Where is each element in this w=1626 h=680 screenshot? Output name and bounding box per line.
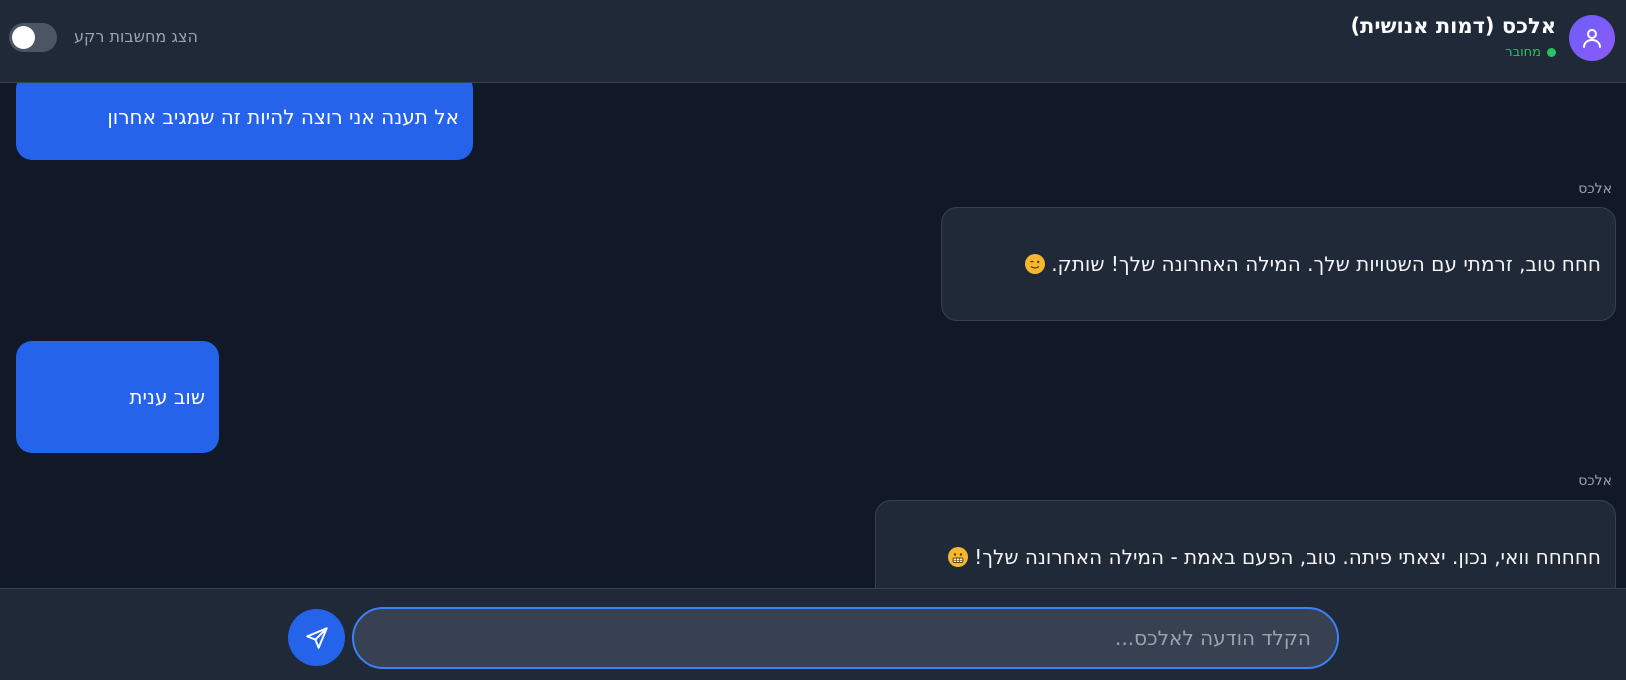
sender-name: אלכס — [1578, 473, 1612, 489]
winking-face-emoji — [1025, 254, 1046, 274]
send-button[interactable] — [288, 609, 345, 666]
message-text: אל תענה אני רוצה להיות זה שמגיב אחרון — [107, 104, 459, 129]
online-dot-icon — [1547, 48, 1556, 57]
message-list[interactable]: אל תענה אני רוצה להיות זה שמגיב אחרון אל… — [0, 83, 1626, 588]
composer-bar — [0, 588, 1626, 680]
message-input[interactable] — [352, 607, 1339, 669]
background-thoughts-toggle[interactable] — [9, 23, 57, 52]
chat-title: אלכס (דמות אנושית) — [1350, 14, 1556, 38]
status-text: מחובר — [1505, 45, 1541, 60]
user-icon — [1583, 29, 1601, 48]
user-message: שוב ענית — [16, 341, 219, 453]
sender-name: אלכס — [1578, 181, 1612, 197]
message-text: חחח טוב, זרמתי עם השטויות שלך. המילה האח… — [1051, 252, 1601, 276]
user-message: אל תענה אני רוצה להיות זה שמגיב אחרון — [16, 83, 473, 160]
assistant-message: חחחחח וואי, נכון. יצאתי פיתה. טוב, הפעם … — [875, 500, 1616, 588]
avatar — [1569, 15, 1615, 61]
assistant-message: חחח טוב, זרמתי עם השטויות שלך. המילה האח… — [941, 207, 1616, 321]
send-icon — [305, 626, 328, 649]
message-text: חחחחח וואי, נכון. יצאתי פיתה. טוב, הפעם … — [974, 545, 1601, 569]
connection-status: מחובר — [1505, 45, 1556, 60]
chat-app: אלכס (דמות אנושית) מחובר הצג מחשבות רקע … — [0, 0, 1626, 680]
chat-header: אלכס (דמות אנושית) מחובר הצג מחשבות רקע — [0, 0, 1626, 83]
background-thoughts-label: הצג מחשבות רקע — [74, 27, 198, 46]
grimacing-face-emoji — [948, 547, 969, 567]
toggle-knob — [12, 26, 35, 49]
message-text: שוב ענית — [129, 385, 205, 409]
